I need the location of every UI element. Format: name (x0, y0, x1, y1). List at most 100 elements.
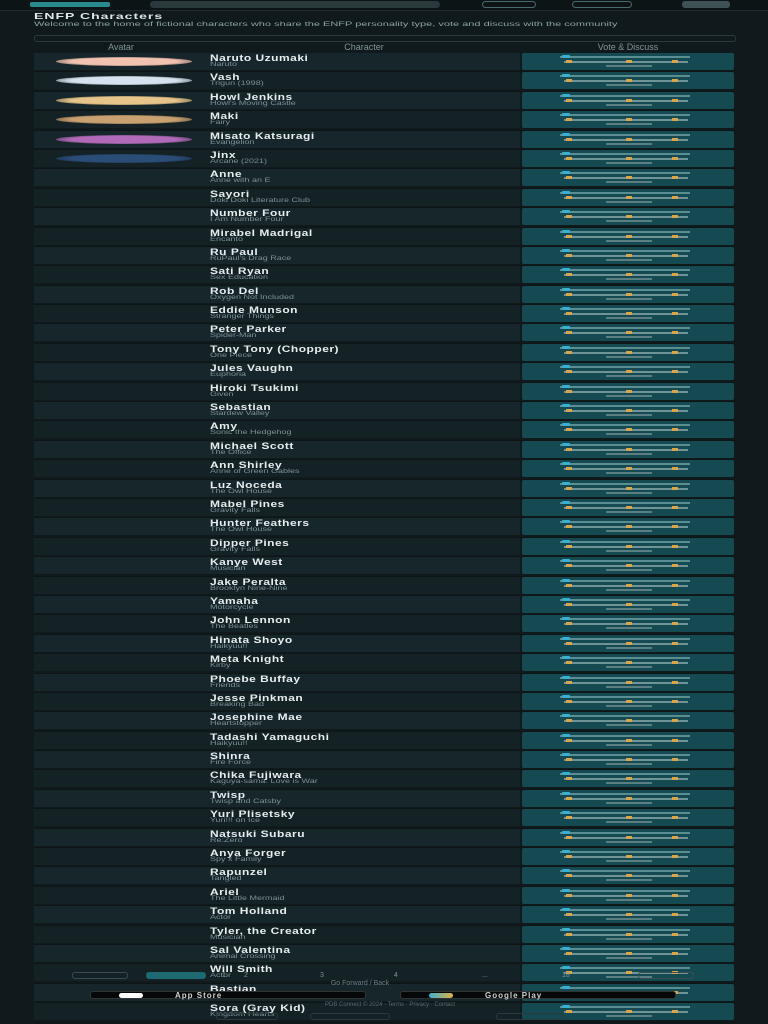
character-row[interactable]: Amy Sonic the Hedgehog (34, 421, 734, 441)
vote-panel[interactable] (522, 382, 734, 400)
character-row[interactable]: Eddie Munson Stranger Things (34, 305, 734, 325)
character-source[interactable]: Musician (210, 565, 516, 571)
character-row[interactable]: Mabel Pines Gravity Falls (34, 498, 734, 519)
character-name[interactable]: Shinra (210, 752, 516, 760)
page-number[interactable]: 2 (244, 972, 248, 979)
character-row[interactable]: Naruto Uzumaki Naruto (34, 53, 734, 73)
character-name[interactable]: Misato Katsuragi (210, 132, 516, 140)
character-source[interactable]: Yuri!!! on Ice (210, 817, 516, 823)
character-source[interactable]: Doki Doki Literature Club (210, 197, 516, 203)
character-source[interactable]: Friends (210, 681, 516, 687)
character-row[interactable]: Natsuki Subaru Re:Zero (34, 828, 734, 849)
avatar[interactable] (56, 57, 192, 66)
prev-page-button[interactable] (72, 972, 128, 979)
footer-link[interactable] (496, 1013, 564, 1020)
character-name[interactable]: Hinata Shoyo (210, 636, 516, 644)
vote-panel[interactable] (522, 557, 734, 575)
character-name[interactable]: Michael Scott (210, 442, 516, 450)
character-source[interactable]: Musician (210, 934, 516, 940)
character-name[interactable]: Maki (210, 112, 516, 120)
character-source[interactable]: Haikyuu!! (210, 643, 516, 649)
character-source[interactable]: Breaking Bad (210, 701, 516, 707)
character-row[interactable]: John Lennon The Beatles (34, 615, 734, 635)
character-source[interactable]: Spy x Family (210, 856, 516, 862)
character-name[interactable]: Tyler, the Creator (210, 927, 516, 935)
character-row[interactable]: Maki Fairy (34, 111, 734, 131)
character-row[interactable]: Vash Trigun (1998) (34, 72, 734, 92)
character-name[interactable]: Mirabel Madrigal (210, 229, 516, 237)
character-row[interactable]: Michael Scott The Office (34, 440, 734, 461)
character-row[interactable]: Dipper Pines Gravity Falls (34, 537, 734, 558)
vote-panel[interactable] (522, 634, 734, 652)
vote-panel[interactable] (522, 285, 734, 303)
character-source[interactable]: Kaguya-sama: Love is War (210, 778, 516, 784)
google-play-badge[interactable]: Google Play (400, 991, 676, 1000)
character-name[interactable]: Rapunzel (210, 868, 516, 876)
character-row[interactable]: Jesse Pinkman Breaking Bad (34, 692, 734, 713)
vote-panel[interactable] (522, 227, 734, 245)
character-row[interactable]: Tadashi Yamaguchi Haikyuu!! (34, 731, 734, 752)
vote-panel[interactable] (522, 266, 734, 284)
character-source[interactable]: Fairy (210, 119, 516, 125)
character-source[interactable]: Gravity Falls (210, 507, 516, 513)
vote-panel[interactable] (522, 886, 734, 904)
character-name[interactable]: Natsuki Subaru (210, 830, 516, 838)
character-source[interactable]: Sonic the Hedgehog (210, 429, 516, 435)
vote-panel[interactable] (522, 343, 734, 361)
character-row[interactable]: Yuri Plisetsky Yuri!!! on Ice (34, 809, 734, 829)
character-source[interactable]: The Little Mermaid (210, 895, 516, 901)
app-store-badge[interactable]: App Store (90, 991, 366, 1000)
site-logo[interactable] (30, 2, 110, 7)
character-source[interactable]: Tangled (210, 875, 516, 881)
character-source[interactable]: RuPaul's Drag Race (210, 255, 516, 261)
page-number[interactable]: 4 (394, 972, 398, 979)
vote-panel[interactable] (522, 692, 734, 710)
vote-panel[interactable] (522, 72, 734, 90)
vote-panel[interactable] (522, 208, 734, 226)
vote-panel[interactable] (522, 925, 734, 943)
character-name[interactable]: Tom Holland (210, 907, 516, 915)
character-name[interactable]: Meta Knight (210, 655, 516, 663)
character-row[interactable]: Sati Ryan Sex Education (34, 266, 734, 286)
character-source[interactable]: Spider-Man (210, 332, 516, 338)
character-name[interactable]: Kanye West (210, 558, 516, 566)
character-row[interactable]: Tyler, the Creator Musician (34, 925, 734, 945)
character-row[interactable]: Jake Peralta Brooklyn Nine-Nine (34, 576, 734, 596)
character-row[interactable]: Rapunzel Tangled (34, 867, 734, 887)
character-source[interactable]: Motorcycle (210, 604, 516, 610)
character-source[interactable]: Twisp and Catsby (210, 798, 516, 804)
character-row[interactable]: Sebastian Stardew Valley (34, 402, 734, 422)
vote-panel[interactable] (522, 751, 734, 769)
character-source[interactable]: Oxygen Not Included (210, 294, 516, 300)
character-row[interactable]: Peter Parker Spider-Man (34, 324, 734, 344)
vote-panel[interactable] (522, 479, 734, 497)
character-source[interactable]: Haikyuu!! (210, 740, 516, 746)
character-name[interactable]: Phoebe Buffay (210, 675, 516, 683)
character-row[interactable]: Kanye West Musician (34, 557, 734, 577)
vote-panel[interactable] (522, 867, 734, 885)
character-source[interactable]: Howl's Moving Castle (210, 100, 516, 106)
character-row[interactable]: Tony Tony (Chopper) One Piece (34, 343, 734, 364)
vote-panel[interactable] (522, 421, 734, 439)
character-source[interactable]: Fire Force (210, 759, 516, 765)
vote-panel[interactable] (522, 712, 734, 730)
vote-panel[interactable] (522, 111, 734, 129)
column-header-character[interactable]: Character (208, 42, 520, 52)
page-number[interactable]: 1 (222, 972, 226, 979)
character-row[interactable]: Jules Vaughn Euphoria (34, 363, 734, 383)
character-source[interactable]: One Piece (210, 352, 516, 358)
character-source[interactable]: Naruto (210, 61, 516, 67)
vote-panel[interactable] (522, 654, 734, 672)
vote-panel[interactable] (522, 149, 734, 167)
character-row[interactable]: Meta Knight Kirby (34, 654, 734, 674)
character-name[interactable]: Jules Vaughn (210, 364, 516, 372)
vote-panel[interactable] (522, 789, 734, 807)
character-name[interactable]: Hiroki Tsukimi (210, 384, 516, 392)
character-source[interactable]: Heartstopper (210, 720, 516, 726)
vote-panel[interactable] (522, 595, 734, 613)
vote-panel[interactable] (522, 130, 734, 148)
vote-panel[interactable] (522, 305, 734, 323)
character-source[interactable]: Brooklyn Nine-Nine (210, 584, 516, 590)
character-source[interactable]: Animal Crossing (210, 953, 516, 959)
character-row[interactable]: Anne Anne with an E (34, 169, 734, 189)
